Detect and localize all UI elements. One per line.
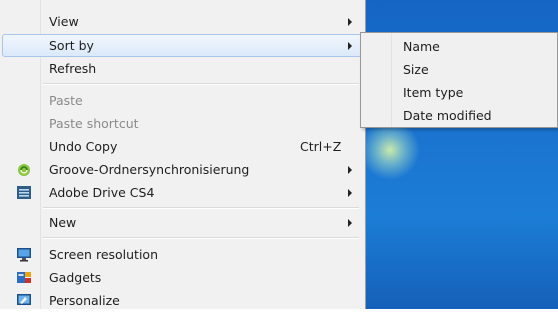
menu-item-label: Gadgets (49, 270, 102, 285)
submenu-item-label: Name (403, 39, 440, 54)
submenu-item-size[interactable]: Size (363, 58, 555, 81)
submenu-item-date-modified[interactable]: Date modified (363, 104, 555, 127)
menu-item-view[interactable]: View (2, 10, 362, 33)
submenu-arrow-icon (348, 219, 352, 227)
menu-item-label: Screen resolution (49, 247, 159, 262)
submenu-arrow-icon (348, 18, 352, 26)
desktop-wallpaper-glow (360, 120, 420, 180)
gadgets-icon (16, 270, 32, 285)
menu-item-shortcut: Ctrl+Z (300, 139, 342, 154)
monitor-icon (16, 247, 32, 262)
menu-item-label: Personalize (49, 293, 120, 308)
menu-separator (43, 237, 359, 239)
submenu-item-label: Size (403, 62, 429, 77)
menu-item-adobe-drive[interactable]: Adobe Drive CS4 (2, 181, 362, 204)
sort-by-submenu: Name Size Item type Date modified (360, 32, 558, 128)
submenu-arrow-icon (348, 42, 352, 50)
submenu-item-label: Item type (403, 85, 464, 100)
menu-item-undo-copy[interactable]: Undo Copy Ctrl+Z (2, 135, 362, 158)
submenu-item-label: Date modified (403, 108, 492, 123)
menu-item-refresh[interactable]: Refresh (2, 57, 362, 80)
menu-item-label: Undo Copy (49, 139, 118, 154)
submenu-item-item-type[interactable]: Item type (363, 81, 555, 104)
menu-item-label: Refresh (49, 61, 97, 76)
menu-item-label: Paste (49, 93, 83, 108)
menu-separator (43, 83, 359, 85)
menu-item-paste-shortcut: Paste shortcut (2, 112, 362, 135)
menu-item-label: Adobe Drive CS4 (49, 185, 155, 200)
desktop-context-menu: View Sort by Refresh Paste Paste shortcu… (0, 0, 366, 309)
menu-item-label: View (49, 14, 79, 29)
menu-item-label: Sort by (49, 38, 94, 53)
menu-item-label: Paste shortcut (49, 116, 139, 131)
submenu-item-name[interactable]: Name (363, 35, 555, 58)
submenu-arrow-icon (348, 189, 352, 197)
personalize-icon (16, 293, 32, 308)
submenu-arrow-icon (348, 166, 352, 174)
menu-item-label: Groove-Ordnersynchronisierung (49, 162, 250, 177)
adobe-drive-icon (16, 185, 32, 200)
groove-sync-icon (16, 162, 32, 177)
menu-item-screen-resolution[interactable]: Screen resolution (2, 243, 362, 266)
menu-item-sort-by[interactable]: Sort by (2, 34, 362, 57)
menu-item-paste: Paste (2, 89, 362, 112)
menu-item-new[interactable]: New (2, 211, 362, 234)
menu-item-gadgets[interactable]: Gadgets (2, 266, 362, 289)
menu-item-label: New (49, 215, 77, 230)
menu-item-groove-sync[interactable]: Groove-Ordnersynchronisierung (2, 158, 362, 181)
menu-separator (43, 207, 359, 209)
